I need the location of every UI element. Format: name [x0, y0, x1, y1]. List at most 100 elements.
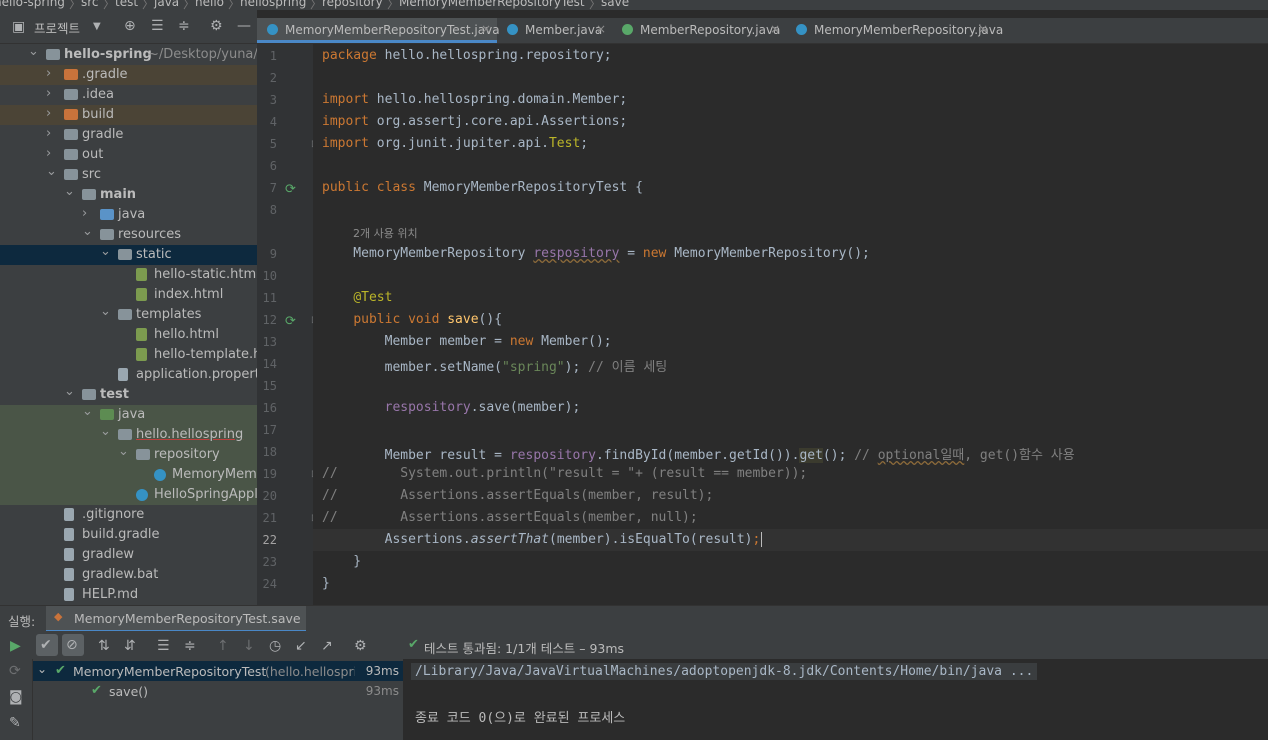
collapse-all-icon[interactable]: ≑ [178, 18, 190, 34]
tree-item[interactable]: HELP.md [0, 585, 257, 605]
usage-hint[interactable]: 2개 사용 위치 [353, 225, 418, 241]
chevron-down-icon[interactable]: ⌄ [28, 44, 39, 59]
chevron-down-icon[interactable]: ⌄ [100, 244, 111, 259]
code-line: // Assertions.assertEquals(member, resul… [322, 488, 714, 503]
chevron-down-icon[interactable]: ⌄ [46, 164, 57, 179]
tree-item[interactable]: MemoryMemberR [0, 465, 257, 485]
tree-item[interactable]: ⌄ src [0, 164, 257, 185]
run-test-icon[interactable]: ⟳ [285, 314, 296, 329]
editor-tab[interactable]: MemoryMemberRepositoryTest.java × [257, 18, 500, 43]
chevron-down-icon[interactable]: ⌄ [100, 304, 111, 319]
test-duration: 93ms [365, 664, 399, 678]
editor-tab[interactable]: MemberRepository.java × [612, 18, 786, 43]
project-title[interactable]: 프로젝트 [34, 18, 80, 37]
breadcrumb-item[interactable]: hellospring [240, 0, 306, 9]
tree-item[interactable]: gradlew.bat [0, 565, 257, 585]
sort-alpha-icon[interactable]: ⇅ [98, 638, 110, 654]
run-config-icon: ◆ [54, 610, 63, 623]
chevron-right-icon[interactable]: › [82, 206, 87, 221]
arrow-up-icon[interactable]: ↑ [217, 638, 229, 654]
chevron-down-icon[interactable]: ⌄ [82, 404, 93, 419]
breadcrumb-item[interactable]: java [154, 0, 179, 9]
breadcrumb-item[interactable]: save [601, 0, 629, 9]
tree-item[interactable]: › out [0, 145, 257, 165]
editor-tab[interactable]: MemoryMemberRepository.java × [786, 18, 1003, 43]
tree-item[interactable]: ⌄ repository [0, 444, 257, 465]
history-icon[interactable]: ◷ [269, 638, 281, 654]
minimize-icon[interactable]: — [237, 18, 251, 34]
run-test-icon[interactable]: ⟳ [285, 182, 296, 197]
arrow-down-icon[interactable]: ↓ [243, 638, 255, 654]
chevron-down-icon[interactable]: ⌄ [82, 224, 93, 239]
close-icon[interactable]: × [481, 22, 491, 36]
close-icon[interactable]: × [978, 22, 988, 36]
chevron-down-icon[interactable]: ⌄ [37, 662, 47, 676]
test-result-row[interactable]: ⌄ ✔ MemoryMemberRepositoryTest (hello.hello… [33, 661, 403, 681]
tree-item[interactable]: build.gradle [0, 525, 257, 545]
expand-all-icon[interactable]: ☰ [157, 638, 170, 654]
tree-item[interactable]: › build [0, 105, 257, 125]
close-icon[interactable]: × [770, 22, 780, 36]
tree-item[interactable]: ⌄ main [0, 184, 257, 205]
chevron-right-icon[interactable]: › [46, 146, 51, 161]
tree-item-label: application.properties [136, 367, 257, 382]
breadcrumb-item[interactable]: hello-spring [0, 0, 65, 9]
tree-item[interactable]: ⌄ static [0, 244, 257, 265]
console-output[interactable]: /Library/Java/JavaVirtualMachines/adopto… [404, 659, 1268, 740]
tree-item[interactable]: › java [0, 205, 257, 225]
tree-item[interactable]: ⌄ templates [0, 304, 257, 325]
collapse-all-icon[interactable]: ≑ [184, 638, 196, 654]
tree-item[interactable]: › .gradle [0, 65, 257, 85]
test-result-row[interactable]: ✔ save() 93ms [33, 681, 403, 701]
chevron-right-icon[interactable]: › [46, 106, 51, 121]
tree-item[interactable]: ⌄ test [0, 384, 257, 405]
expand-all-icon[interactable]: ☰ [151, 18, 164, 34]
chevron-down-icon[interactable]: ▼ [93, 19, 101, 35]
chevron-right-icon[interactable]: › [46, 66, 51, 81]
tree-item[interactable]: hello-template.html [0, 345, 257, 365]
breadcrumb-separator: 〉 [310, 0, 323, 10]
breadcrumb-item[interactable]: test [115, 0, 138, 9]
show-passed-toggle[interactable]: ✔ [36, 634, 58, 656]
tree-item[interactable]: › .idea [0, 85, 257, 105]
wrench-icon[interactable]: ✎ [9, 715, 21, 731]
tree-item[interactable]: application.properties [0, 365, 257, 385]
tree-item[interactable]: HelloSpringApplicat [0, 485, 257, 505]
gear-icon[interactable]: ⚙ [354, 638, 367, 654]
breadcrumb-item[interactable]: hello [195, 0, 224, 9]
run-config-tab[interactable]: ◆ MemoryMemberRepositoryTest.save [46, 606, 306, 632]
chevron-down-icon[interactable]: ⌄ [100, 424, 111, 439]
breadcrumb-item[interactable]: src [81, 0, 99, 9]
chevron-down-icon[interactable]: ⌄ [118, 444, 129, 459]
tree-item[interactable]: hello.html [0, 325, 257, 345]
tree-item[interactable]: gradlew [0, 545, 257, 565]
breadcrumb-item[interactable]: MemoryMemberRepositoryTest [399, 0, 585, 9]
editor-tab[interactable]: Member.java × [497, 18, 612, 43]
chevron-right-icon[interactable]: › [46, 126, 51, 141]
rerun-icon[interactable]: ▶ [10, 638, 21, 654]
tree-item[interactable]: ⌄ hello.hellospring [0, 424, 257, 445]
stop-icon[interactable]: ⟳ [9, 663, 21, 679]
chevron-down-icon[interactable]: ⌄ [64, 384, 75, 399]
export-tests-icon[interactable]: ↗ [321, 638, 333, 654]
chevron-down-icon[interactable]: ⌄ [64, 184, 75, 199]
tree-item[interactable]: › gradle [0, 125, 257, 145]
code-editor[interactable]: package hello.hellospring.repository; im… [313, 44, 1268, 605]
import-tests-icon[interactable]: ↙ [295, 638, 307, 654]
tree-item[interactable]: index.html [0, 285, 257, 305]
close-icon[interactable]: × [596, 22, 606, 36]
tree-item-label: main [100, 187, 137, 202]
tree-item[interactable]: .gitignore [0, 505, 257, 525]
locate-icon[interactable]: ⊕ [124, 18, 136, 34]
tree-item[interactable]: hello-static.html [0, 265, 257, 285]
gear-icon[interactable]: ⚙ [210, 18, 223, 34]
tree-item[interactable]: ⌄ resources [0, 224, 257, 245]
sort-duration-icon[interactable]: ⇵ [124, 638, 136, 654]
show-ignored-toggle[interactable]: ⊘ [62, 634, 84, 656]
camera-icon[interactable]: ◙ [9, 689, 23, 705]
file-icon [64, 548, 74, 561]
breadcrumb-item[interactable]: repository [322, 0, 383, 9]
chevron-right-icon[interactable]: › [46, 86, 51, 101]
tree-item[interactable]: ⌄ java [0, 404, 257, 425]
tree-item[interactable]: ⌄ hello-spring~/Desktop/yuna/stud [0, 44, 257, 65]
